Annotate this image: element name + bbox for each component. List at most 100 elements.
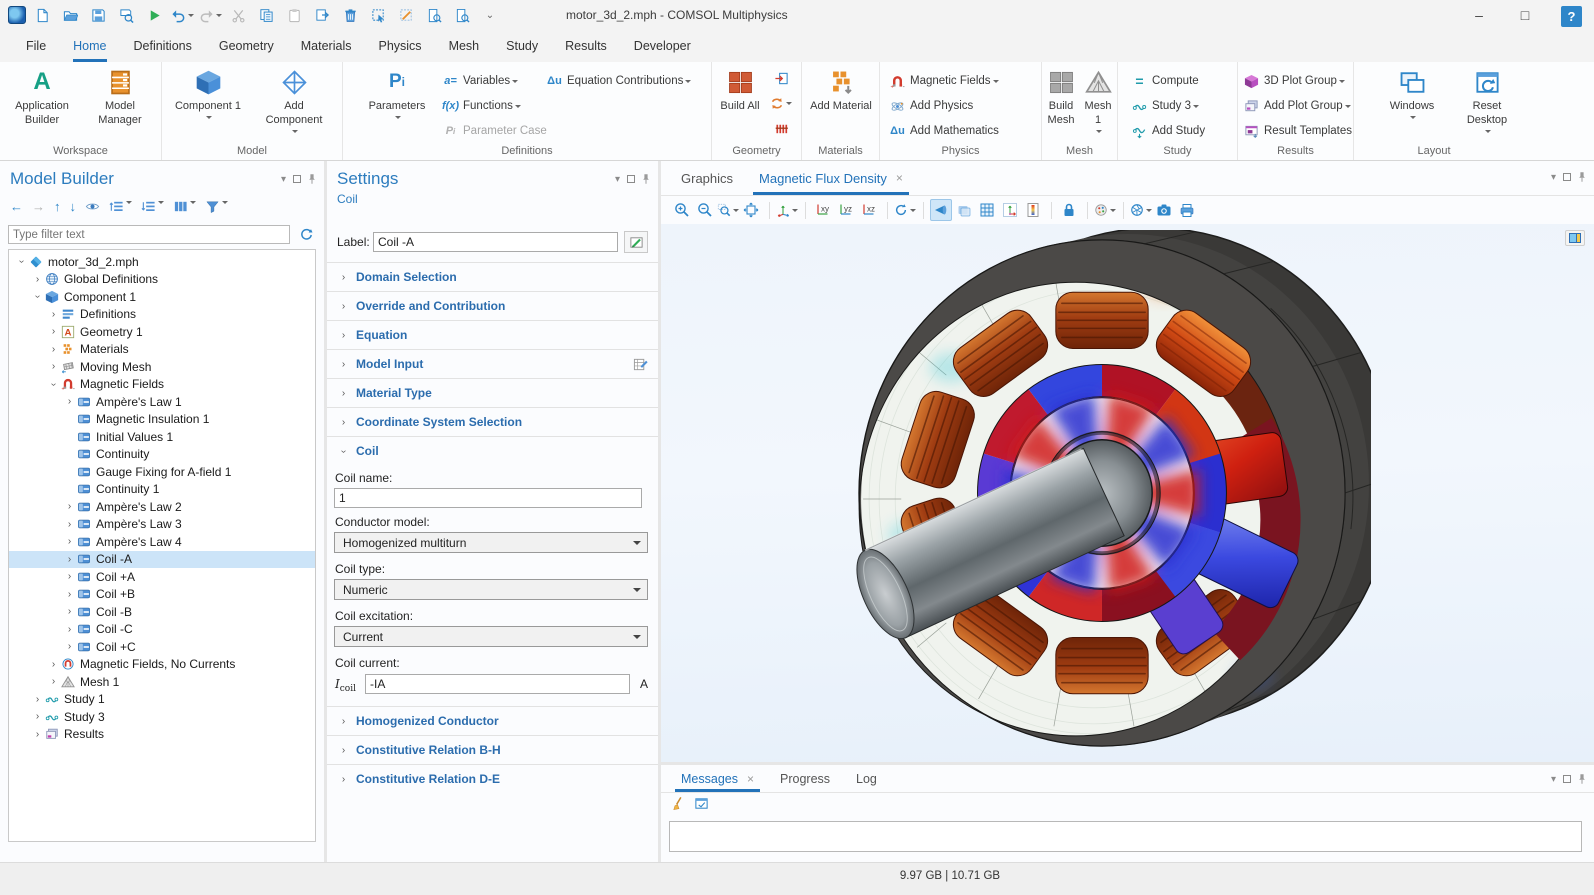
tree-item-results[interactable]: Results [9, 726, 315, 744]
pin-icon[interactable] [1578, 773, 1586, 785]
scene-light-icon[interactable] [930, 199, 952, 221]
clear-selection-icon[interactable] [394, 3, 418, 27]
view-xy-icon[interactable] [812, 199, 834, 221]
float-panel-icon[interactable] [627, 175, 635, 183]
expand-icon[interactable] [141, 199, 164, 214]
find-in-model-icon[interactable] [450, 3, 474, 27]
add-mathematics-button[interactable]: ΔuAdd Mathematics [890, 121, 999, 141]
section-model-input[interactable]: Model Input [327, 349, 658, 378]
tree-item-coil-minus-c[interactable]: Coil -C [9, 621, 315, 639]
section-coil[interactable]: Coil [327, 436, 658, 465]
graphics-canvas[interactable] [661, 224, 1594, 762]
tree-item-root[interactable]: motor_3d_2.mph [9, 253, 315, 271]
tree-item-magnetic-insulation-1[interactable]: Magnetic Insulation 1 [9, 411, 315, 429]
delete-icon[interactable] [338, 3, 362, 27]
move-up-icon[interactable]: ↑ [54, 199, 61, 214]
find-icon[interactable] [422, 3, 446, 27]
maximize-button[interactable]: □ [1502, 0, 1548, 30]
tree-item-materials[interactable]: Materials [9, 341, 315, 359]
panel-menu-icon[interactable]: ▾ [281, 174, 286, 185]
section-coordinate-system[interactable]: Coordinate System Selection [327, 407, 658, 436]
add-component-button[interactable]: Add Component [258, 67, 330, 134]
add-material-button[interactable]: Add Material [805, 67, 877, 114]
tree-item-gauge-fixing[interactable]: Gauge Fixing for A-field 1 [9, 463, 315, 481]
rotate-view-icon[interactable] [894, 199, 916, 221]
reset-desktop-button[interactable]: Reset Desktop [1454, 67, 1520, 134]
environment-icon[interactable] [1130, 199, 1152, 221]
add-plot-group-button[interactable]: Add Plot Group [1244, 96, 1351, 116]
tab-messages[interactable]: Messages× [675, 765, 760, 792]
tree-item-coil-minus-b[interactable]: Coil -B [9, 603, 315, 621]
section-domain-selection[interactable]: Domain Selection [327, 262, 658, 291]
section-constitutive-bh[interactable]: Constitutive Relation B-H [327, 735, 658, 764]
tab-graphics[interactable]: Graphics [675, 161, 739, 195]
duplicate-icon[interactable] [310, 3, 334, 27]
coil-type-select[interactable]: Numeric [334, 579, 648, 600]
tree-item-geometry-1[interactable]: Geometry 1 [9, 323, 315, 341]
new-file-icon[interactable] [30, 3, 54, 27]
copy-icon[interactable] [254, 3, 278, 27]
tab-progress[interactable]: Progress [774, 765, 836, 792]
section-material-type[interactable]: Material Type [327, 378, 658, 407]
snapshot-icon[interactable] [1153, 199, 1175, 221]
tree-item-continuity[interactable]: Continuity [9, 446, 315, 464]
tree-item-amperes-law-4[interactable]: Ampère's Law 4 [9, 533, 315, 551]
tree-item-component-1[interactable]: Component 1 [9, 288, 315, 306]
columns-icon[interactable] [173, 199, 196, 214]
panel-menu-icon[interactable]: ▾ [1551, 172, 1556, 183]
show-icon[interactable] [85, 199, 100, 214]
run-icon[interactable] [142, 3, 166, 27]
open-file-icon[interactable] [58, 3, 82, 27]
tree-item-study-1[interactable]: Study 1 [9, 691, 315, 709]
tab-magnetic-flux-density[interactable]: Magnetic Flux Density× [753, 161, 909, 195]
move-down-icon[interactable]: ↓ [70, 199, 77, 214]
rename-button[interactable] [624, 231, 648, 253]
tree-item-coil-plus-c[interactable]: Coil +C [9, 638, 315, 656]
collapse-icon[interactable] [109, 199, 132, 214]
model-manager-button[interactable]: Model Manager [84, 67, 156, 128]
help-button[interactable]: ? [1561, 6, 1582, 27]
tree-item-magnetic-fields[interactable]: Magnetic Fields [9, 376, 315, 394]
zoom-extents-icon[interactable] [740, 199, 762, 221]
plot-thumbnail-icon[interactable] [1565, 230, 1585, 246]
tab-mesh[interactable]: Mesh [449, 30, 480, 62]
float-panel-icon[interactable] [293, 175, 301, 183]
tree-item-amperes-law-3[interactable]: Ampère's Law 3 [9, 516, 315, 534]
color-theme-icon[interactable] [1094, 199, 1116, 221]
component-1-button[interactable]: Component 1 [172, 67, 244, 120]
view-xz-icon[interactable] [858, 199, 880, 221]
coil-current-input[interactable] [365, 674, 630, 694]
tab-geometry[interactable]: Geometry [219, 30, 274, 62]
minimize-button[interactable]: – [1456, 0, 1502, 30]
float-panel-icon[interactable] [1563, 173, 1571, 181]
cut-icon[interactable] [226, 3, 250, 27]
zoom-box-icon[interactable] [717, 199, 739, 221]
zoom-out-icon[interactable] [694, 199, 716, 221]
close-tab-icon[interactable]: × [747, 772, 754, 786]
magnetic-fields-button[interactable]: Magnetic Fields [890, 71, 999, 91]
tree-item-mesh-1[interactable]: Mesh 1 [9, 673, 315, 691]
zoom-in-icon[interactable] [671, 199, 693, 221]
show-axes-icon[interactable] [999, 199, 1021, 221]
refresh-icon[interactable] [296, 224, 316, 244]
windows-button[interactable]: Windows [1382, 67, 1442, 120]
tree-item-coil-minus-a[interactable]: Coil -A [9, 551, 315, 569]
transparency-icon[interactable] [953, 199, 975, 221]
section-override-contribution[interactable]: Override and Contribution [327, 291, 658, 320]
tree-item-definitions[interactable]: Definitions [9, 306, 315, 324]
tree-item-coil-plus-a[interactable]: Coil +A [9, 568, 315, 586]
tab-file[interactable]: File [26, 30, 46, 62]
import-geometry-icon[interactable] [770, 68, 792, 88]
panel-menu-icon[interactable]: ▾ [615, 174, 620, 185]
label-field-input[interactable] [373, 232, 618, 252]
tree-item-study-3[interactable]: Study 3 [9, 708, 315, 726]
redo-icon[interactable] [198, 3, 222, 27]
undo-icon[interactable] [170, 3, 194, 27]
clear-messages-icon[interactable] [671, 796, 686, 811]
application-builder-button[interactable]: A Application Builder [6, 67, 78, 128]
functions-button[interactable]: f(x)Functions [443, 96, 521, 116]
float-panel-icon[interactable] [1563, 775, 1571, 783]
tab-developer[interactable]: Developer [634, 30, 691, 62]
tab-materials[interactable]: Materials [301, 30, 352, 62]
tab-results[interactable]: Results [565, 30, 607, 62]
